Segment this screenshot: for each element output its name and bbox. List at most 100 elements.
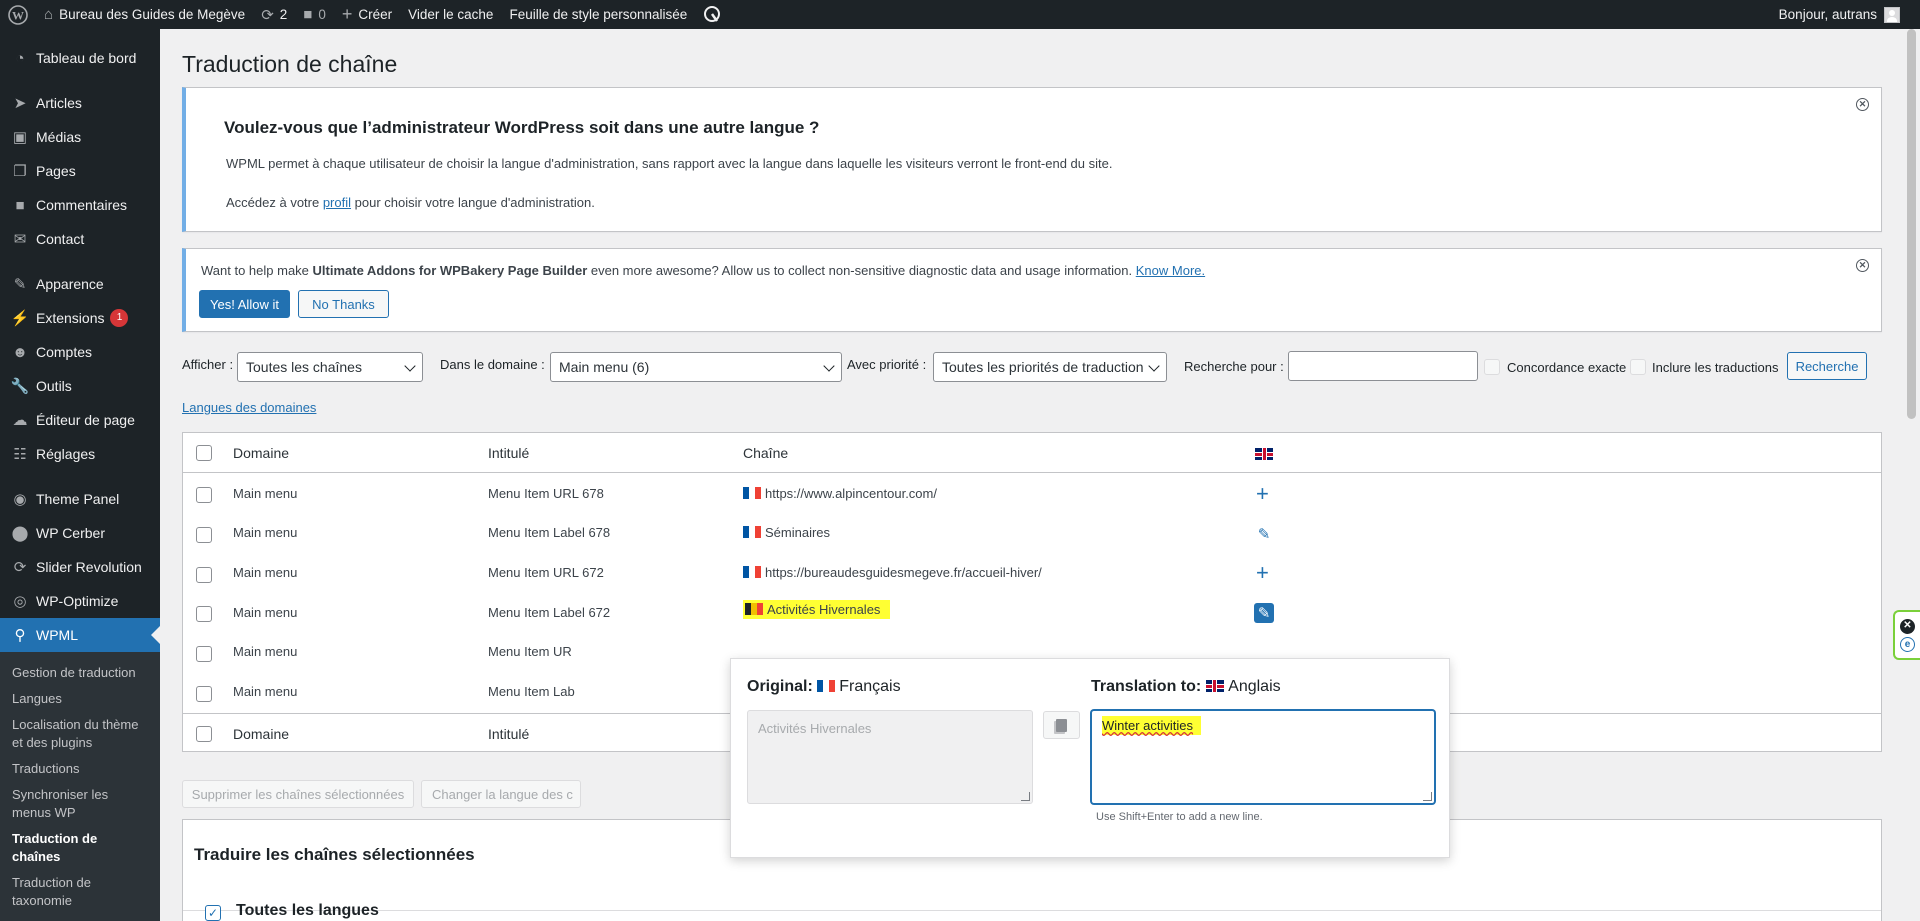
edit-translation-icon[interactable]: ✎ <box>1254 603 1274 623</box>
allow-button[interactable]: Yes! Allow it <box>199 290 290 318</box>
submenu-sync-menus[interactable]: Synchroniser les menus WP <box>0 782 160 826</box>
row-name: Menu Item URL 672 <box>488 565 604 580</box>
exact-match-label: Concordance exacte <box>1507 360 1627 375</box>
comments-link[interactable]: ■ 0 <box>295 0 334 29</box>
delete-selected-button[interactable]: Supprimer les chaînes sélectionnées <box>182 780 414 808</box>
create-link[interactable]: + Créer <box>334 0 400 29</box>
domain-languages-link[interactable]: Langues des domaines <box>182 400 316 415</box>
submenu-translation-management[interactable]: Gestion de traduction <box>0 660 160 686</box>
all-languages-checkbox[interactable]: ✓ <box>205 905 221 921</box>
comments-count: 0 <box>318 7 326 22</box>
profile-link[interactable]: profil <box>323 195 351 210</box>
wpml-adminbar-link[interactable] <box>695 0 729 29</box>
submenu-string-translation[interactable]: Traduction de chaînes <box>0 826 160 870</box>
dismiss-icon[interactable]: ✕ <box>1856 98 1869 111</box>
edit-translation-icon[interactable]: ✎ <box>1254 524 1274 544</box>
add-translation-icon[interactable]: + <box>1256 483 1269 505</box>
menu-page-editor[interactable]: ☁ Éditeur de page <box>0 403 160 437</box>
menu-extensions[interactable]: ⚡ Extensions 1 <box>0 301 160 335</box>
table-row: Main menu Menu Item Label 672 Activités … <box>183 593 1881 632</box>
updates-count: 2 <box>279 7 288 22</box>
updates-link[interactable]: ⟳ 2 <box>253 0 295 29</box>
add-translation-icon[interactable]: + <box>1256 562 1269 584</box>
know-more-link[interactable]: Know More. <box>1136 263 1205 278</box>
translation-label: Translation to: Anglais <box>1091 678 1281 696</box>
admin-sidebar: ◔ Tableau de bord ➤ Articles ▣ Médias ❐ Page… <box>0 29 160 921</box>
scrollbar-thumb[interactable] <box>1907 29 1916 419</box>
no-thanks-button[interactable]: No Thanks <box>298 290 389 318</box>
edge-icon[interactable]: e <box>1900 636 1915 652</box>
row-checkbox[interactable] <box>196 567 212 583</box>
column-name[interactable]: Intitulé <box>488 445 529 461</box>
row-name: Menu Item URL 678 <box>488 486 604 501</box>
select-all-checkbox[interactable] <box>196 726 212 742</box>
admin-language-notice: Voulez-vous que l’administrateur WordPre… <box>182 87 1882 232</box>
menu-comments[interactable]: ■ Commentaires <box>0 188 160 222</box>
row-checkbox[interactable] <box>196 606 212 622</box>
priority-filter-label: Avec priorité : <box>847 357 927 372</box>
row-checkbox[interactable] <box>196 487 212 503</box>
domain-filter-select[interactable]: Main menu (6) <box>550 352 842 382</box>
column-domain[interactable]: Domaine <box>233 445 289 461</box>
column-name[interactable]: Intitulé <box>488 726 529 742</box>
copy-original-button[interactable] <box>1043 711 1080 739</box>
close-icon[interactable]: ✕ <box>1900 618 1915 634</box>
row-string: https://www.alpincentour.com/ <box>743 486 937 501</box>
fr-flag-icon <box>743 566 761 578</box>
menu-label: Apparence <box>36 276 104 292</box>
update-badge: 1 <box>110 309 129 327</box>
row-checkbox[interactable] <box>196 646 212 662</box>
menu-articles[interactable]: ➤ Articles <box>0 86 160 120</box>
label-text: Translation to: <box>1091 678 1202 695</box>
column-domain[interactable]: Domaine <box>233 726 289 742</box>
search-button[interactable]: Recherche <box>1787 352 1867 380</box>
table-row: Main menu Menu Item URL 672 https://bure… <box>183 553 1881 592</box>
menu-tools[interactable]: 🔧 Outils <box>0 369 160 403</box>
original-language: Français <box>839 678 901 695</box>
show-filter-select[interactable]: Toutes les chaînes <box>237 352 423 382</box>
menu-medias[interactable]: ▣ Médias <box>0 120 160 154</box>
priority-filter-select[interactable]: Toutes les priorités de traduction <box>933 352 1167 382</box>
optimize-icon: ◎ <box>13 593 27 610</box>
exact-match-checkbox[interactable] <box>1484 359 1500 375</box>
submenu-taxonomy-translation[interactable]: Traduction de taxonomie <box>0 870 160 914</box>
original-text: Activités Hivernales <box>758 721 872 736</box>
select-all-checkbox[interactable] <box>196 445 212 461</box>
media-icon: ▣ <box>12 129 28 146</box>
site-name: Bureau des Guides de Megève <box>59 7 246 22</box>
show-filter-label: Afficher : <box>182 357 234 372</box>
menu-pages[interactable]: ❐ Pages <box>0 154 160 188</box>
menu-theme-panel[interactable]: ◉ Theme Panel <box>0 482 160 516</box>
custom-stylesheet-link[interactable]: Feuille de style personnalisée <box>501 0 695 29</box>
menu-dashboard[interactable]: ◔ Tableau de bord <box>0 41 160 75</box>
submenu-languages[interactable]: Langues <box>0 686 160 712</box>
wordpress-logo[interactable]: W <box>0 0 36 29</box>
notice-text-part: Want to help make <box>201 263 313 278</box>
translation-textarea[interactable]: Winter activities <box>1091 710 1435 804</box>
submenu-translations[interactable]: Traductions <box>0 756 160 782</box>
menu-appearance[interactable]: ✎ Apparence <box>0 267 160 301</box>
menu-users[interactable]: ☻ Comptes <box>0 335 160 369</box>
row-checkbox[interactable] <box>196 686 212 702</box>
resize-handle[interactable] <box>1021 792 1030 801</box>
submenu-theme-plugin-localization[interactable]: Localisation du thème et des plugins <box>0 712 160 756</box>
table-header: Domaine Intitulé Chaîne <box>183 433 1881 473</box>
column-string[interactable]: Chaîne <box>743 445 788 461</box>
menu-wp-cerber[interactable]: ⬤ WP Cerber <box>0 516 160 550</box>
row-checkbox[interactable] <box>196 527 212 543</box>
menu-settings[interactable]: ☷ Réglages <box>0 437 160 471</box>
dismiss-icon[interactable]: ✕ <box>1856 259 1869 272</box>
site-name-link[interactable]: ⌂ Bureau des Guides de Megève <box>36 0 253 29</box>
my-account-link[interactable]: Bonjour, autrans <box>1779 0 1900 29</box>
menu-wpml[interactable]: ⚲ WPML <box>0 618 160 652</box>
change-language-button[interactable]: Changer la langue des c <box>421 780 581 808</box>
clear-cache-link[interactable]: Vider le cache <box>400 0 501 29</box>
resize-handle[interactable] <box>1423 792 1432 801</box>
menu-slider-revolution[interactable]: ⟳ Slider Revolution <box>0 550 160 584</box>
menu-contact[interactable]: ✉ Contact <box>0 222 160 256</box>
notice-text: Want to help make Ultimate Addons for WP… <box>201 263 1205 278</box>
include-translations-checkbox[interactable] <box>1630 359 1646 375</box>
page-scrollbar[interactable] <box>1903 29 1920 921</box>
search-input[interactable] <box>1288 351 1478 381</box>
menu-wp-optimize[interactable]: ◎ WP-Optimize <box>0 584 160 618</box>
